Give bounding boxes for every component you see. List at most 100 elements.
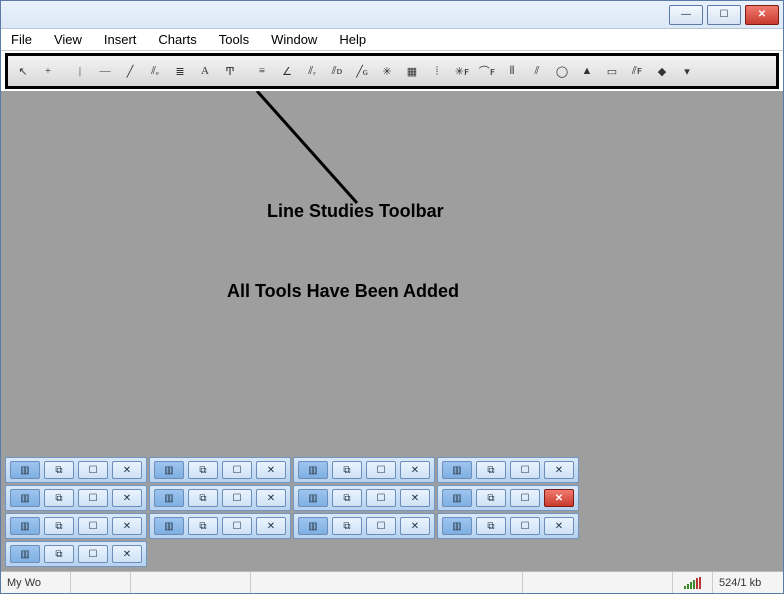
trendline-angle-icon[interactable]: ∠ (276, 60, 298, 82)
minimized-window[interactable]: ▥⧉☐✕ (293, 485, 435, 511)
equidistant-icon[interactable]: ≡ (251, 60, 273, 82)
mdi-close-button[interactable]: ✕ (112, 545, 142, 563)
mdi-restore-button[interactable]: ⧉ (332, 489, 362, 507)
mdi-max-button[interactable]: ☐ (222, 461, 252, 479)
mdi-close-button[interactable]: ✕ (400, 517, 430, 535)
minimized-window[interactable]: ▥⧉☐✕ (437, 485, 579, 511)
mdi-close-button[interactable]: ✕ (400, 461, 430, 479)
mdi-close-button[interactable]: ✕ (112, 461, 142, 479)
vertical-line-icon[interactable]: | (69, 60, 91, 82)
minimized-window[interactable]: ▥⧉☐✕ (5, 485, 147, 511)
mdi-restore-button[interactable]: ⧉ (188, 461, 218, 479)
mdi-icon-button[interactable]: ▥ (154, 489, 184, 507)
menu-insert[interactable]: Insert (100, 30, 141, 49)
mdi-icon-button[interactable]: ▥ (298, 461, 328, 479)
gann-fan-icon[interactable]: ✳ (376, 60, 398, 82)
mdi-close-button[interactable]: ✕ (544, 461, 574, 479)
regression-channel-icon[interactable]: ⫽ᵣ (301, 60, 323, 82)
mdi-close-button[interactable]: ✕ (544, 489, 574, 507)
minimized-window[interactable]: ▥⧉☐✕ (149, 513, 291, 539)
mdi-max-button[interactable]: ☐ (366, 461, 396, 479)
minimized-window[interactable]: ▥⧉☐✕ (437, 513, 579, 539)
fibo-time-icon[interactable]: ⦙ (426, 60, 448, 82)
mdi-restore-button[interactable]: ⧉ (188, 489, 218, 507)
menu-window[interactable]: Window (267, 30, 321, 49)
mdi-restore-button[interactable]: ⧉ (332, 517, 362, 535)
minimized-window[interactable]: ▥⧉☐✕ (5, 513, 147, 539)
fibo-arc-icon[interactable]: ⌒ꜰ (476, 60, 498, 82)
mdi-close-button[interactable]: ✕ (256, 489, 286, 507)
minimized-window[interactable]: ▥⧉☐✕ (149, 485, 291, 511)
mdi-icon-button[interactable]: ▥ (10, 461, 40, 479)
close-button[interactable]: ✕ (745, 5, 779, 25)
mdi-icon-button[interactable]: ▥ (442, 461, 472, 479)
mdi-max-button[interactable]: ☐ (366, 517, 396, 535)
menu-help[interactable]: Help (335, 30, 370, 49)
menu-charts[interactable]: Charts (154, 30, 200, 49)
mdi-close-button[interactable]: ✕ (400, 489, 430, 507)
fibo-fan-icon[interactable]: ✳ꜰ (451, 60, 473, 82)
minimized-window[interactable]: ▥⧉☐✕ (293, 513, 435, 539)
minimized-window[interactable]: ▥⧉☐✕ (293, 457, 435, 483)
mdi-max-button[interactable]: ☐ (222, 489, 252, 507)
text-label-icon[interactable]: Ͳ (219, 60, 241, 82)
trendline-icon[interactable]: ╱ (119, 60, 141, 82)
mdi-icon-button[interactable]: ▥ (10, 517, 40, 535)
mdi-close-button[interactable]: ✕ (256, 461, 286, 479)
mdi-icon-button[interactable]: ▥ (442, 517, 472, 535)
rectangle-icon[interactable]: ▭ (601, 60, 623, 82)
mdi-max-button[interactable]: ☐ (78, 461, 108, 479)
mdi-restore-button[interactable]: ⧉ (188, 517, 218, 535)
mdi-max-button[interactable]: ☐ (222, 517, 252, 535)
mdi-close-button[interactable]: ✕ (112, 517, 142, 535)
mdi-icon-button[interactable]: ▥ (10, 545, 40, 563)
menu-tools[interactable]: Tools (215, 30, 253, 49)
mdi-icon-button[interactable]: ▥ (298, 517, 328, 535)
mdi-max-button[interactable]: ☐ (510, 517, 540, 535)
minimized-window[interactable]: ▥⧉☐✕ (149, 457, 291, 483)
minimize-button[interactable]: — (669, 5, 703, 25)
mdi-close-button[interactable]: ✕ (112, 489, 142, 507)
mdi-max-button[interactable]: ☐ (78, 517, 108, 535)
mdi-icon-button[interactable]: ▥ (154, 461, 184, 479)
mdi-close-button[interactable]: ✕ (544, 517, 574, 535)
mdi-max-button[interactable]: ☐ (510, 461, 540, 479)
mdi-max-button[interactable]: ☐ (78, 489, 108, 507)
mdi-restore-button[interactable]: ⧉ (44, 517, 74, 535)
fibo-channel-icon[interactable]: ⦀ (501, 60, 523, 82)
pitchfork-icon[interactable]: ⫽ꜰ (626, 60, 648, 82)
menu-file[interactable]: File (7, 30, 36, 49)
mdi-max-button[interactable]: ☐ (78, 545, 108, 563)
custom-icon[interactable]: ◆ (651, 60, 673, 82)
minimized-window[interactable]: ▥⧉☐✕ (5, 541, 147, 567)
horizontal-line-icon[interactable]: — (94, 60, 116, 82)
gann-line-icon[interactable]: ╱ɢ (351, 60, 373, 82)
mdi-restore-button[interactable]: ⧉ (44, 461, 74, 479)
mdi-restore-button[interactable]: ⧉ (476, 517, 506, 535)
cursor-icon[interactable]: ↖ (12, 60, 34, 82)
mdi-restore-button[interactable]: ⧉ (44, 489, 74, 507)
mdi-icon-button[interactable]: ▥ (298, 489, 328, 507)
menu-view[interactable]: View (50, 30, 86, 49)
minimized-window[interactable]: ▥⧉☐✕ (5, 457, 147, 483)
minimized-window[interactable]: ▥⧉☐✕ (437, 457, 579, 483)
gann-grid-icon[interactable]: ▦ (401, 60, 423, 82)
fibo-expansion-icon[interactable]: ⫽ (526, 60, 548, 82)
equidistant-channel-icon[interactable]: ⫽ₑ (144, 60, 166, 82)
mdi-restore-button[interactable]: ⧉ (476, 489, 506, 507)
mdi-restore-button[interactable]: ⧉ (44, 545, 74, 563)
mdi-restore-button[interactable]: ⧉ (332, 461, 362, 479)
mdi-max-button[interactable]: ☐ (510, 489, 540, 507)
mdi-restore-button[interactable]: ⧉ (476, 461, 506, 479)
stddev-channel-icon[interactable]: ⫽ᴅ (326, 60, 348, 82)
fibonacci-retracement-icon[interactable]: ≣ (169, 60, 191, 82)
mdi-max-button[interactable]: ☐ (366, 489, 396, 507)
triangle-icon[interactable]: ▲ (576, 60, 598, 82)
text-icon[interactable]: A (194, 60, 216, 82)
crosshair-icon[interactable]: + (37, 60, 59, 82)
dropdown-icon[interactable]: ▾ (676, 60, 698, 82)
ellipse-icon[interactable]: ◯ (551, 60, 573, 82)
mdi-icon-button[interactable]: ▥ (154, 517, 184, 535)
mdi-icon-button[interactable]: ▥ (442, 489, 472, 507)
mdi-icon-button[interactable]: ▥ (10, 489, 40, 507)
